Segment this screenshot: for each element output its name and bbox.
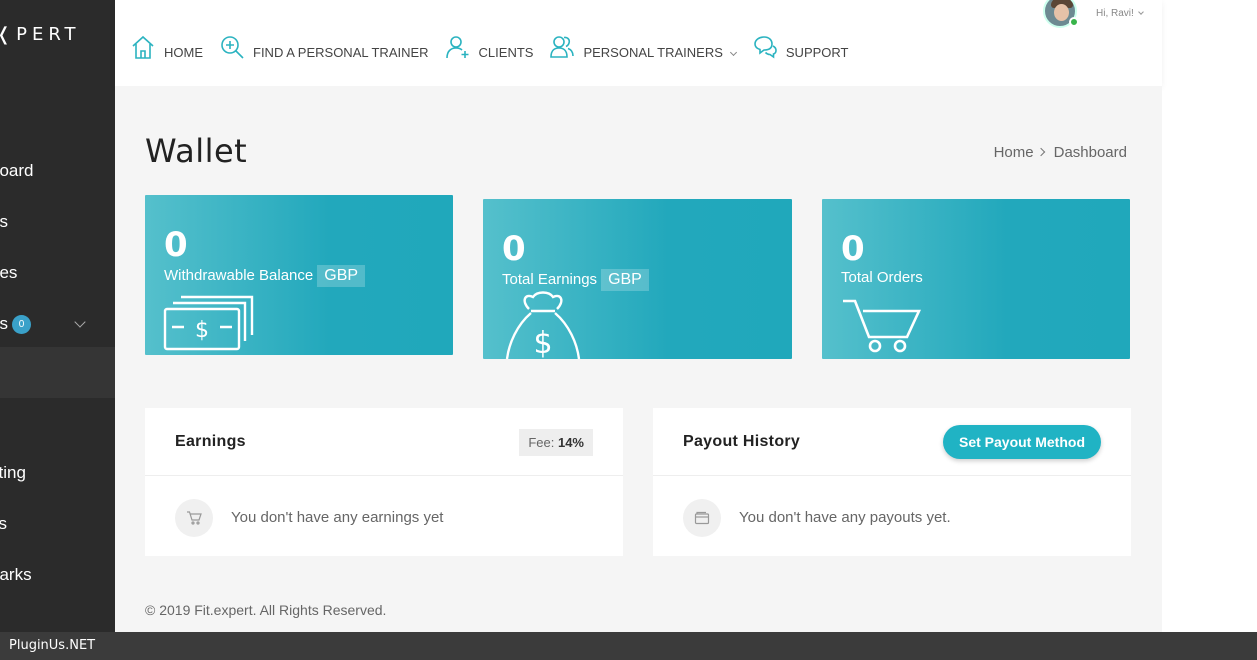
- sidebar-item-label: narks: [0, 565, 32, 584]
- fee-badge: Fee: 14%: [519, 429, 593, 456]
- sidebar-item-label: ges: [0, 263, 18, 282]
- main-nav: HOME FIND A PERSONAL TRAINER CLIENTS PER…: [130, 34, 865, 60]
- breadcrumb-home[interactable]: Home: [994, 144, 1034, 161]
- avatar-face: [1054, 4, 1069, 21]
- panel-header: Payout History Set Payout Method: [653, 408, 1131, 476]
- greeting-text: Hi, Ravi!: [1096, 8, 1134, 19]
- svg-text:$: $: [195, 318, 209, 343]
- stat-card-total-earnings: 0 Total Earnings GBP $: [483, 199, 792, 359]
- sidebar-item-label: ys: [0, 514, 7, 533]
- stat-card-withdrawable: 0 Withdrawable Balance GBP $: [145, 195, 453, 355]
- nav-clients[interactable]: CLIENTS: [445, 34, 534, 60]
- panel-title: Payout History: [683, 433, 801, 450]
- logo[interactable]: ❬PERT: [0, 24, 81, 45]
- cash-icon: $: [163, 295, 254, 351]
- panel-title: Earnings: [175, 433, 246, 450]
- count-badge: 0: [11, 315, 31, 335]
- main-content: Wallet Home Dashboard 0 Withdrawable Bala…: [115, 86, 1162, 632]
- stat-label-text: Total Earnings: [502, 271, 598, 288]
- nav-label: SUPPORT: [785, 45, 849, 60]
- sidebar-item-label: sting: [0, 463, 26, 482]
- panel-header: Earnings Fee: 14%: [145, 408, 623, 476]
- currency-tag: GBP: [601, 269, 649, 291]
- nav-personal-trainers[interactable]: PERSONAL TRAINERS: [549, 34, 737, 60]
- nav-find-trainer[interactable]: FIND A PERSONAL TRAINER: [219, 34, 429, 60]
- top-header: HOME FIND A PERSONAL TRAINER CLIENTS PER…: [115, 0, 1162, 86]
- search-plus-icon: [221, 36, 244, 59]
- page-title: Wallet: [145, 132, 248, 170]
- sidebar-item-label: gs: [0, 212, 8, 231]
- stat-label-text: Withdrawable Balance: [164, 267, 314, 284]
- sidebar-item-messages[interactable]: ges: [0, 263, 17, 283]
- empty-message: You don't have any payouts yet.: [739, 509, 951, 526]
- stat-card-total-orders: 0 Total Orders: [822, 199, 1130, 359]
- nav-support[interactable]: SUPPORT: [752, 34, 849, 60]
- cart-icon: [843, 299, 921, 353]
- stat-label: Total Orders: [841, 269, 923, 286]
- stat-label-text: Total Orders: [841, 269, 923, 286]
- nav-label: FIND A PERSONAL TRAINER: [253, 45, 429, 60]
- sidebar-item-label: board: [0, 161, 34, 180]
- users-icon: [550, 36, 575, 58]
- nav-label: HOME: [164, 45, 203, 60]
- sidebar-item-dashboard[interactable]: board: [0, 161, 33, 181]
- fee-value: 14%: [557, 435, 584, 450]
- stat-value: 0: [502, 229, 526, 269]
- sidebar-item-active[interactable]: [0, 347, 115, 398]
- stat-value: 0: [164, 225, 188, 265]
- home-icon: [132, 35, 154, 59]
- sidebar-item-bookings[interactable]: gs0: [0, 314, 31, 335]
- sidebar-item-label: gs: [0, 314, 8, 333]
- logo-text: PERT: [16, 24, 81, 45]
- cart-icon: [175, 499, 213, 537]
- chevron-down-icon[interactable]: [74, 316, 86, 328]
- set-payout-method-button[interactable]: Set Payout Method: [942, 425, 1101, 459]
- nav-label: PERSONAL TRAINERS: [583, 45, 723, 60]
- sidebar: ❬PERT board gs ges gs0 sting ys narks: [0, 0, 115, 632]
- user-greeting[interactable]: Hi, Ravi!: [1096, 8, 1144, 19]
- empty-message: You don't have any earnings yet: [231, 509, 444, 526]
- stat-label: Withdrawable Balance GBP: [164, 265, 366, 287]
- status-bar: PluginUs.NET: [0, 632, 1257, 660]
- sidebar-item-reviews[interactable]: ys: [0, 514, 7, 534]
- chevron-down-icon: [729, 48, 737, 57]
- currency-tag: GBP: [317, 265, 366, 287]
- breadcrumb: Home Dashboard: [994, 144, 1127, 161]
- sidebar-item-bookmarks[interactable]: narks: [0, 565, 32, 585]
- footer-copyright: © 2019 Fit.expert. All Rights Reserved.: [145, 602, 387, 618]
- sidebar-item-listing[interactable]: sting: [0, 463, 26, 483]
- payout-history-panel: Payout History Set Payout Method You don…: [653, 408, 1131, 556]
- money-bag-icon: $: [505, 291, 581, 359]
- chevron-down-icon: [1137, 9, 1144, 15]
- fee-label: Fee:: [528, 435, 555, 450]
- sidebar-item-settings[interactable]: gs: [0, 212, 8, 232]
- nav-home[interactable]: HOME: [130, 34, 203, 60]
- chat-icon: [754, 36, 777, 59]
- stat-value: 0: [841, 229, 865, 269]
- svg-text:$: $: [533, 326, 552, 359]
- chevron-right-icon: [1036, 147, 1045, 157]
- status-bar-text: PluginUs.NET: [9, 638, 96, 653]
- wallet-icon: [683, 499, 721, 537]
- add-user-icon: [445, 36, 469, 59]
- online-status-icon: [1069, 17, 1079, 27]
- breadcrumb-current: Dashboard: [1053, 144, 1127, 161]
- nav-label: CLIENTS: [478, 45, 534, 60]
- logo-mark-icon: ❬: [0, 24, 16, 45]
- earnings-panel: Earnings Fee: 14% You don't have any ear…: [145, 408, 623, 556]
